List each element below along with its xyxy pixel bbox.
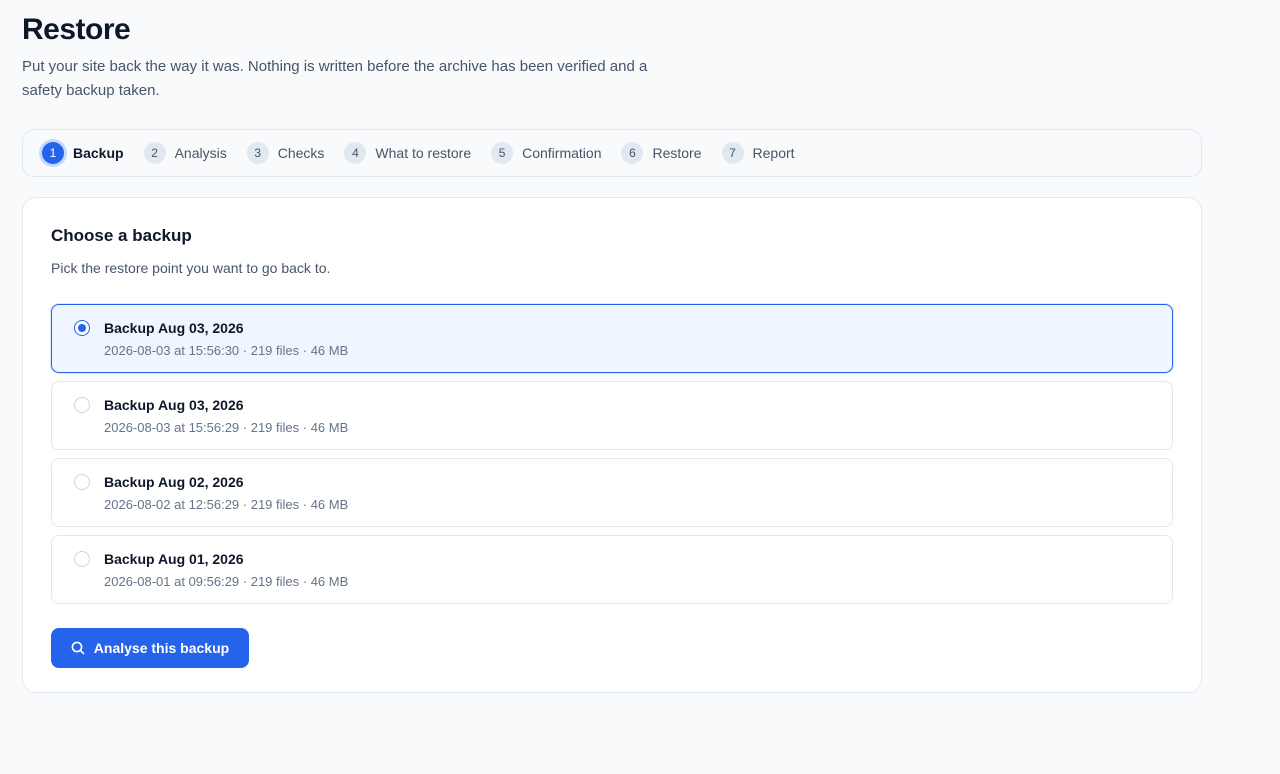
backup-option[interactable]: Backup Aug 02, 2026 2026-08-02 at 12:56:… (51, 458, 1173, 527)
radio-button[interactable] (74, 551, 90, 567)
step-number: 1 (42, 142, 64, 164)
step-analysis[interactable]: 2 Analysis (143, 142, 227, 164)
backup-option[interactable]: Backup Aug 03, 2026 2026-08-03 at 15:56:… (51, 381, 1173, 450)
step-number: 4 (344, 142, 367, 164)
backup-meta: 2026-08-02 at 12:56:29 · 219 files · 46 … (104, 497, 349, 512)
card-description: Pick the restore point you want to go ba… (51, 260, 331, 276)
card-title: Choose a backup (51, 226, 192, 245)
step-confirmation[interactable]: 5 Confirmation (491, 142, 601, 164)
step-number: 3 (246, 142, 269, 164)
backup-option[interactable]: Backup Aug 01, 2026 2026-08-01 at 09:56:… (51, 535, 1173, 604)
backup-name: Backup Aug 01, 2026 (104, 551, 244, 567)
backup-options-list: Backup Aug 03, 2026 2026-08-03 at 15:56:… (51, 304, 1173, 612)
step-number: 2 (143, 142, 166, 164)
step-number: 6 (621, 142, 644, 164)
backup-meta: 2026-08-01 at 09:56:29 · 219 files · 46 … (104, 574, 349, 589)
page-subtitle: Put your site back the way it was. Nothi… (22, 58, 648, 99)
backup-meta: 2026-08-03 at 15:56:29 · 219 files · 46 … (104, 420, 349, 435)
step-label: Analysis (174, 145, 227, 161)
step-number: 7 (721, 142, 744, 164)
step-label: Confirmation (522, 145, 602, 161)
step-report[interactable]: 7 Report (721, 142, 795, 164)
analyse-backup-button[interactable]: Analyse this backup (51, 628, 249, 668)
analyse-button-label: Analyse this backup (93, 640, 230, 656)
step-label: Report (752, 145, 795, 161)
step-label: Backup (73, 145, 124, 161)
page-title: Restore (22, 13, 131, 46)
choose-backup-card: Choose a backup Pick the restore point y… (22, 197, 1202, 693)
step-checks[interactable]: 3 Checks (246, 142, 325, 164)
step-label: Restore (652, 145, 702, 161)
step-label: What to restore (375, 145, 472, 161)
radio-button-checked[interactable] (74, 320, 90, 336)
step-what-to-restore[interactable]: 4 What to restore (344, 142, 471, 164)
restore-page: Restore Put your site back the way it wa… (0, 0, 1280, 774)
step-label: Checks (277, 145, 325, 161)
step-number: 5 (491, 142, 514, 164)
restore-stepper: 1 Backup 2 Analysis 3 Checks 4 What to r… (22, 129, 1202, 177)
backup-meta: 2026-08-03 at 15:56:30 · 219 files · 46 … (104, 343, 349, 358)
backup-name: Backup Aug 03, 2026 (104, 397, 244, 413)
search-icon (71, 641, 85, 655)
backup-name: Backup Aug 02, 2026 (104, 474, 244, 490)
step-restore[interactable]: 6 Restore (621, 142, 702, 164)
backup-name: Backup Aug 03, 2026 (104, 320, 244, 336)
radio-button[interactable] (74, 397, 90, 413)
radio-button[interactable] (74, 474, 90, 490)
step-backup[interactable]: 1 Backup (42, 142, 124, 164)
backup-option[interactable]: Backup Aug 03, 2026 2026-08-03 at 15:56:… (51, 304, 1173, 373)
